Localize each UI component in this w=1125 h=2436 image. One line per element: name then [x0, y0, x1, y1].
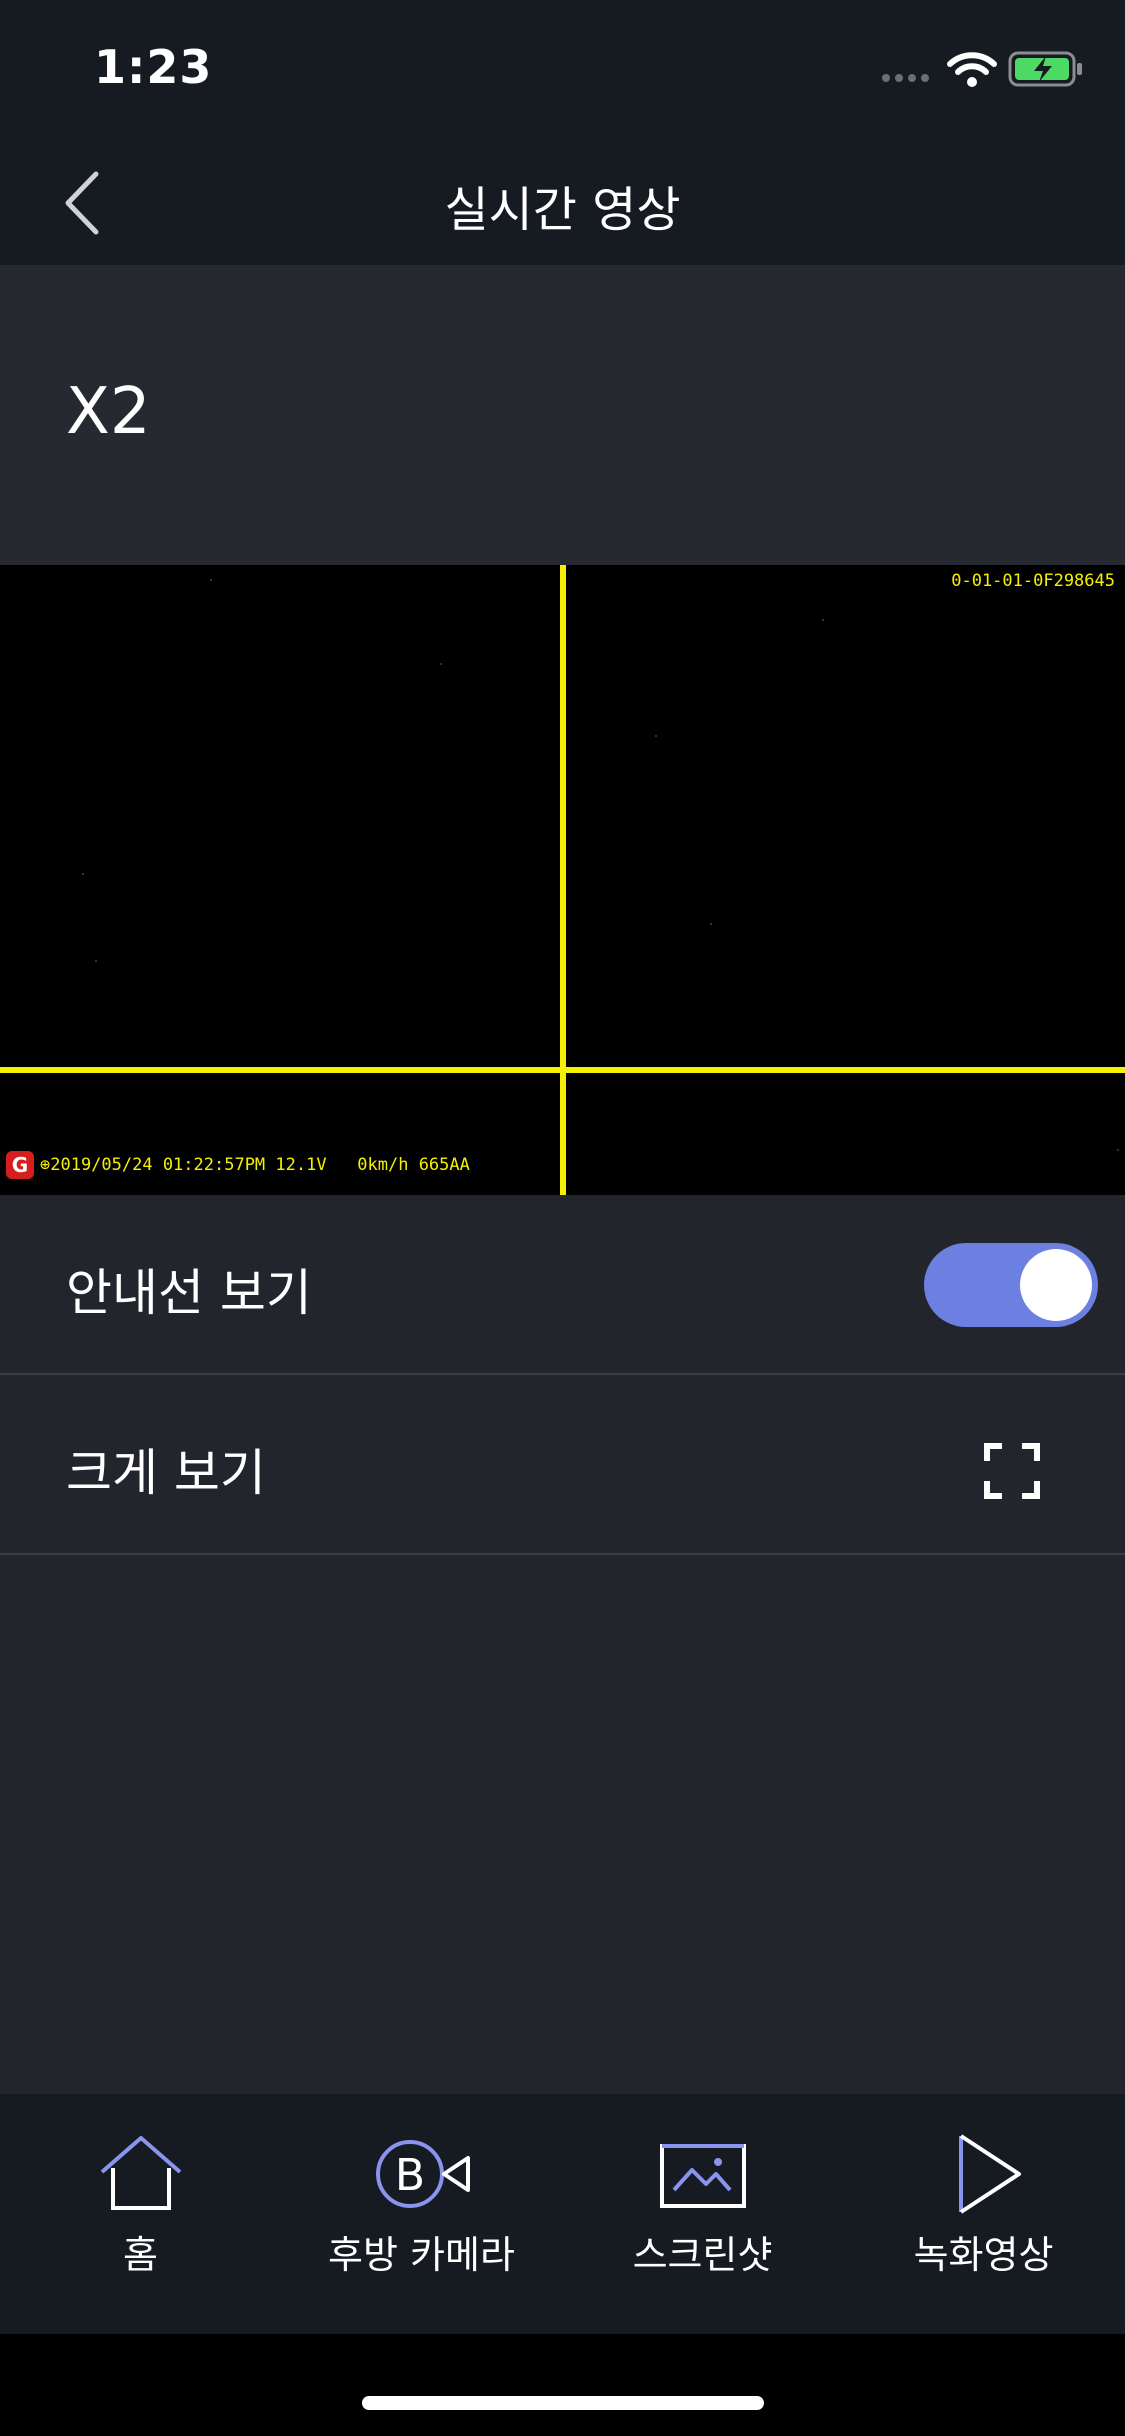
guide-line-row: 안내선 보기	[0, 1195, 1125, 1375]
device-section: X2	[0, 265, 1125, 565]
tab-bar: 홈 B 후방 카메라 스크린샷 녹화영상	[0, 2094, 1125, 2334]
cellular-signal-icon	[882, 74, 934, 84]
tab-recorded-video[interactable]: 녹화영상	[843, 2134, 1124, 2279]
fullscreen-icon[interactable]	[984, 1443, 1040, 1499]
fullscreen-row[interactable]: 크게 보기	[0, 1375, 1125, 1555]
page-title: 실시간 영상	[444, 182, 681, 238]
video-timestamp-text: ⊕2019/05/24 01:22:57PM 12.1V 0km/h 665AA	[40, 1155, 470, 1175]
tab-home[interactable]: 홈	[0, 2134, 281, 2279]
home-indicator-area	[0, 2334, 1125, 2436]
tab-rear-camera-label: 후방 카메라	[328, 2233, 515, 2277]
screenshot-icon	[659, 2144, 746, 2208]
status-time: 1:23	[94, 40, 213, 94]
svg-text:B: B	[394, 2150, 424, 2201]
wifi-icon	[947, 52, 997, 87]
rear-camera-icon: B	[375, 2140, 470, 2208]
live-video-view[interactable]: 0-01-01-0F298645 G ⊕2019/05/24 01:22:57P…	[0, 565, 1125, 1195]
navigation-bar: 실시간 영상	[0, 140, 1125, 265]
tab-rear-camera[interactable]: B 후방 카메라	[281, 2134, 562, 2279]
tab-recorded-video-label: 녹화영상	[913, 2233, 1054, 2277]
guide-line-toggle[interactable]	[924, 1243, 1098, 1327]
guide-line-vertical	[560, 565, 566, 1195]
guide-line-label: 안내선 보기	[66, 1264, 312, 1322]
home-indicator[interactable]	[362, 2396, 764, 2410]
play-icon	[958, 2134, 1021, 2214]
tab-screenshot[interactable]: 스크린샷	[562, 2134, 843, 2279]
toggle-knob	[1020, 1249, 1092, 1321]
fullscreen-label: 크게 보기	[66, 1444, 266, 1502]
home-icon	[100, 2136, 181, 2210]
guide-line-horizontal	[0, 1067, 1125, 1073]
dashcam-logo-icon: G	[6, 1151, 34, 1179]
device-name: X2	[66, 375, 151, 449]
video-serial-number: 0-01-01-0F298645	[951, 571, 1115, 591]
battery-charging-icon	[1008, 51, 1082, 87]
status-bar: 1:23	[0, 0, 1125, 140]
tab-screenshot-label: 스크린샷	[632, 2233, 773, 2277]
tab-home-label: 홈	[123, 2233, 158, 2277]
